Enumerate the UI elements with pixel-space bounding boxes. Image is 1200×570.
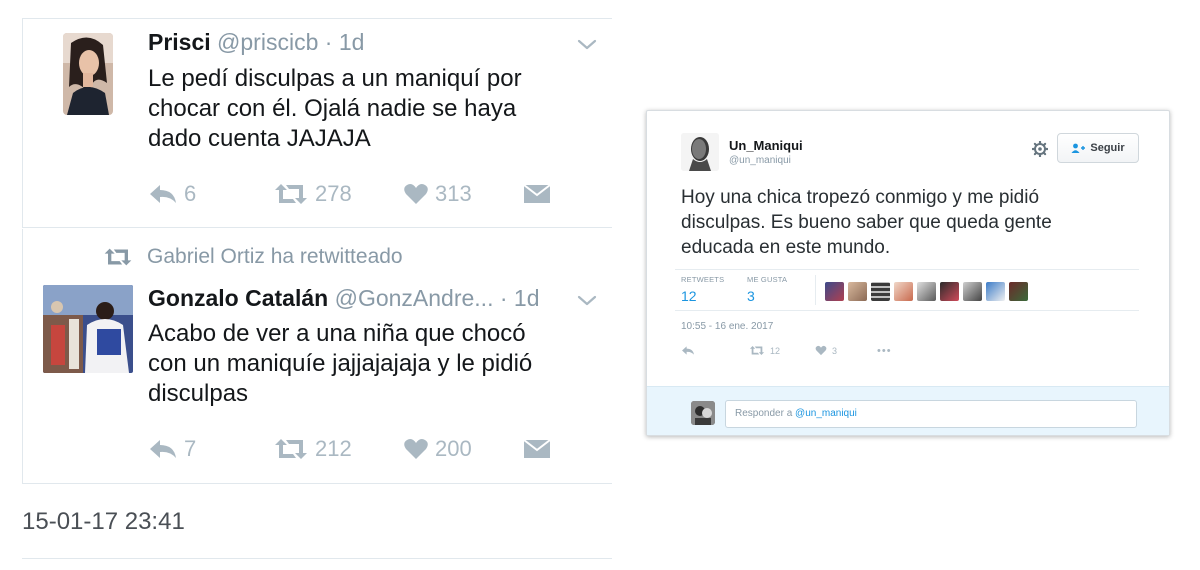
tweet-text: Le pedí disculpas a un maniquí por choca… [148,65,522,152]
heart-icon [404,439,428,459]
reply-prefix: Responder a [735,408,793,419]
tweet-time[interactable]: 1d [339,29,365,55]
reply-icon [150,185,176,203]
heart-icon [404,184,428,204]
liker-avatar[interactable] [871,282,890,301]
tweet-prisci[interactable]: Prisci @priscicb · 1d Le pedí disculpas … [22,18,612,228]
author-handle[interactable]: @un_maniqui [729,155,791,166]
reply-button[interactable]: 7 [148,434,196,464]
gear-icon[interactable] [1032,141,1048,157]
like-button[interactable]: 313 [403,179,472,209]
author-name[interactable]: Un_Maniqui [729,138,803,153]
tweet-text: Acabo de ver a una niña que chocó con un… [148,320,533,407]
tweet-actions: 7 212 200 [148,434,588,464]
author-handle[interactable]: @GonzAndre... [335,285,494,311]
retweet-icon [275,184,307,204]
tweet-actions: 6 278 313 [148,179,588,209]
stats-divider [815,275,816,305]
liker-avatar[interactable] [1009,282,1028,301]
separator: · [499,285,508,311]
reply-count: 6 [184,181,197,206]
retweet-button[interactable]: 212 [273,434,352,464]
tweet-header: Prisci @priscicb · 1d [148,29,364,56]
direct-message-button[interactable] [523,179,551,209]
like-count: 200 [435,436,472,461]
tweet-date[interactable]: 10:55 - 16 ene. 2017 [681,321,773,332]
retweets-count: 12 [681,288,697,304]
retweet-button[interactable]: 278 [273,179,352,209]
retweet-button[interactable]: 12 [749,345,780,356]
reply-button[interactable] [681,345,695,356]
current-user-avatar [691,401,715,425]
avatar-prisci[interactable] [63,33,113,115]
reply-icon [682,346,694,355]
avatar-gonzalo[interactable] [43,285,133,373]
likes-count: 3 [747,288,755,304]
liker-avatar[interactable] [940,282,959,301]
reply-count: 7 [184,436,197,461]
retweet-count: 212 [315,436,352,461]
avatar-maniqui[interactable] [681,133,719,171]
retweets-stat[interactable]: RETWEETS 12 [681,275,724,304]
retweet-icon [104,248,132,266]
tweet-stats: RETWEETS 12 ME GUSTA 3 [675,269,1139,311]
liker-avatar[interactable] [825,282,844,301]
message-icon [523,184,551,203]
tweet-text: Hoy una chica tropezó conmigo y me pidió… [681,187,1052,258]
reply-bar: Responder a @un_maniqui [647,386,1169,435]
message-icon [523,439,551,458]
more-button[interactable]: ••• [877,345,892,357]
retweet-notice[interactable]: Gabriel Ortiz ha retwitteado [103,245,403,269]
retweet-icon [749,346,765,355]
like-button[interactable]: 200 [403,434,472,464]
liker-avatar[interactable] [986,282,1005,301]
liker-avatar[interactable] [848,282,867,301]
reply-input[interactable]: Responder a @un_maniqui [725,400,1137,428]
follow-label: Seguir [1090,142,1125,154]
tweet-card-maniqui[interactable]: Un_Maniqui @un_maniqui Seguir Hoy una ch… [646,110,1170,436]
liker-avatar[interactable] [894,282,913,301]
more-icon: ••• [877,345,892,357]
screenshot-timestamp: 15-01-17 23:41 [22,508,185,535]
tweet-header: Gonzalo Catalán @GonzAndre... · 1d [148,285,540,312]
reply-button[interactable]: 6 [148,179,196,209]
likes-stat[interactable]: ME GUSTA 3 [747,275,787,304]
tweet-actions: 12 3 ••• [681,345,921,361]
divider [22,558,612,559]
like-button[interactable]: 3 [815,345,837,356]
follow-button[interactable]: Seguir [1057,133,1139,163]
follow-user-icon [1071,143,1086,153]
author-name[interactable]: Prisci [148,29,211,55]
author-handle[interactable]: @priscicb [217,29,318,55]
heart-icon [815,345,827,356]
separator: · [324,29,333,55]
liker-avatar[interactable] [963,282,982,301]
direct-message-button[interactable] [523,434,551,464]
chevron-down-icon[interactable] [576,33,598,55]
likes-label: ME GUSTA [747,275,788,284]
liker-avatar[interactable] [917,282,936,301]
retweet-count: 278 [315,181,352,206]
author-name[interactable]: Gonzalo Catalán [148,285,328,311]
reply-icon [150,440,176,458]
chevron-down-icon[interactable] [576,289,598,311]
like-count: 3 [832,345,838,356]
retweets-label: RETWEETS [681,275,725,284]
retweet-notice-text: Gabriel Ortiz ha retwitteado [147,245,403,268]
retweet-icon [275,439,307,459]
likers-avatars [825,282,1032,301]
timeline-panel: Prisci @priscicb · 1d Le pedí disculpas … [0,0,620,570]
retweet-count: 12 [770,345,781,356]
like-count: 313 [435,181,472,206]
tweet-time[interactable]: 1d [514,285,540,311]
reply-target: @un_maniqui [795,408,857,419]
tweet-gonzalo[interactable]: Gabriel Ortiz ha retwitteado Gonzalo Cat… [22,229,612,484]
